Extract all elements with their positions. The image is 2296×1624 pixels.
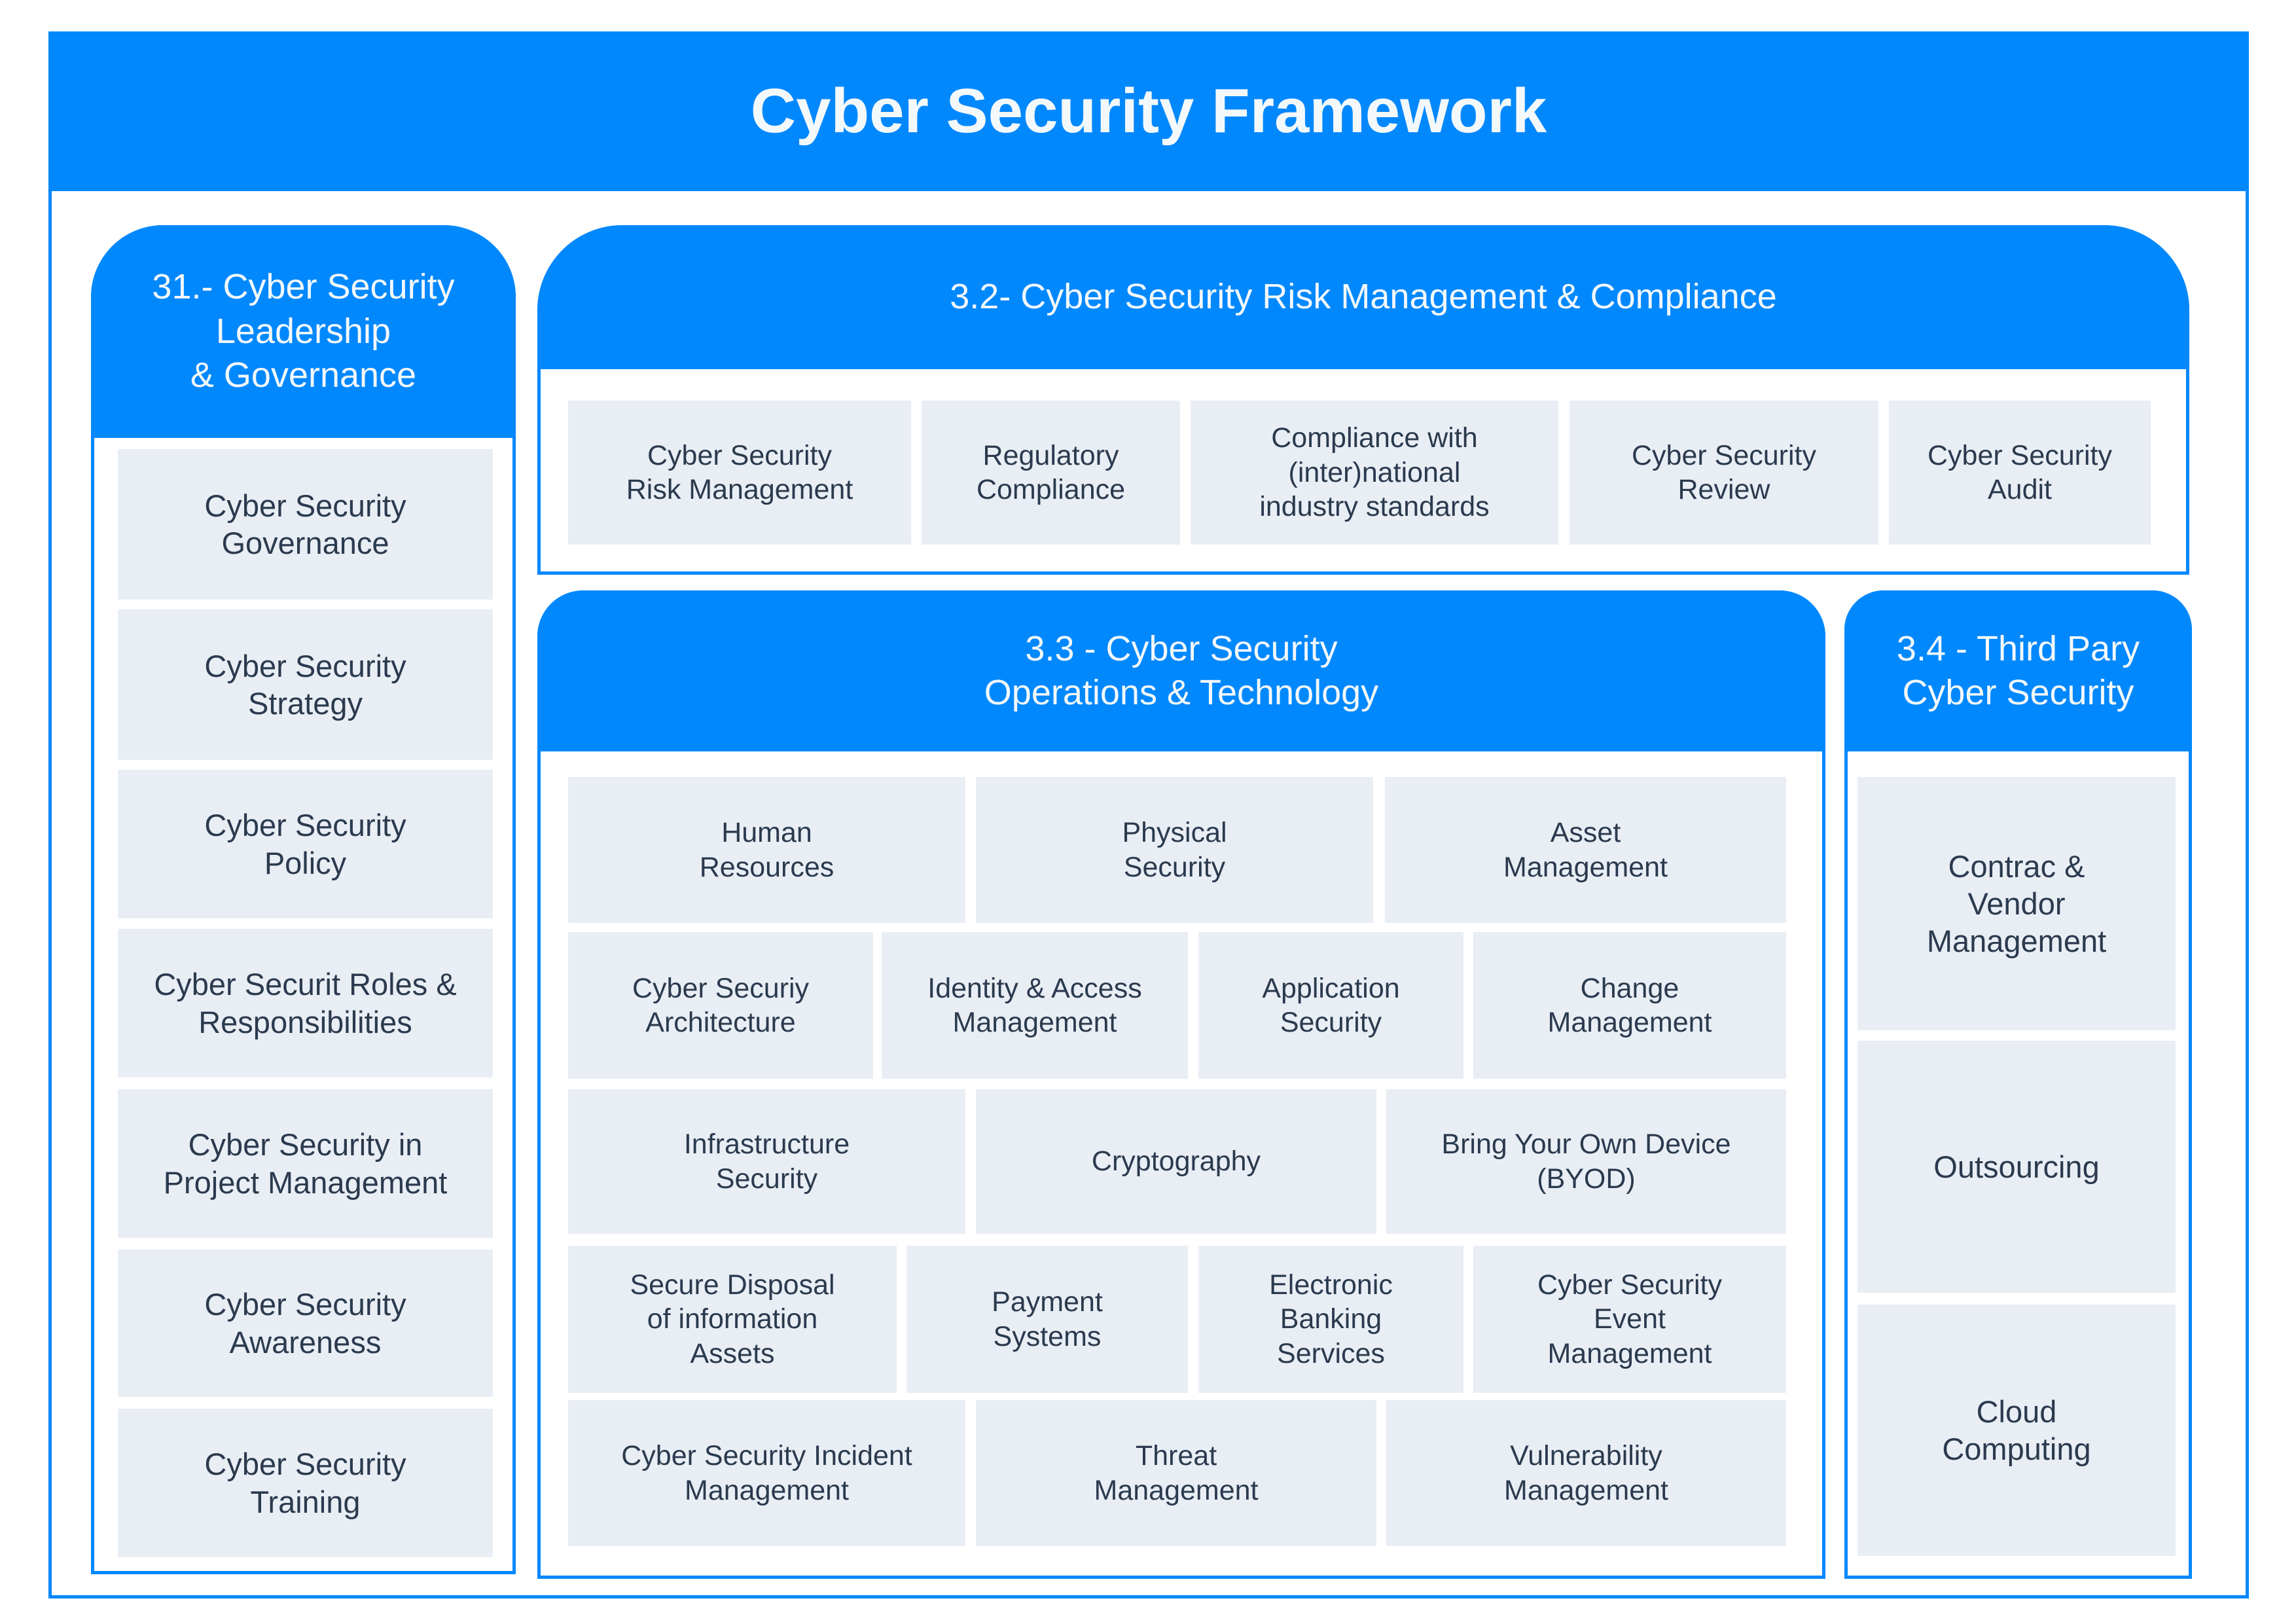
- framework-item: Bring Your Own Device (BYOD): [1386, 1089, 1786, 1234]
- framework-item: Infrastructure Security: [568, 1089, 965, 1234]
- framework-item: Change Management: [1473, 932, 1786, 1079]
- framework-item: Outsourcing: [1857, 1041, 2176, 1293]
- framework-item: Human Resources: [568, 777, 965, 923]
- framework-item: Electronic Banking Services: [1198, 1246, 1463, 1393]
- framework-item: Cyber Securit Roles & Responsibilities: [118, 929, 493, 1077]
- framework-item: Cloud Computing: [1857, 1305, 2176, 1556]
- framework-item: Compliance with (inter)national industry…: [1191, 401, 1558, 545]
- framework-item: Cyber Security Event Management: [1473, 1246, 1786, 1393]
- framework-item: Threat Management: [976, 1400, 1376, 1546]
- page-title: Cyber Security Framework: [48, 31, 2249, 191]
- framework-item: Cyber Securiy Architecture: [568, 932, 873, 1079]
- framework-item: Cyber Security Governance: [118, 449, 493, 600]
- framework-item: Regulatory Compliance: [922, 401, 1180, 545]
- framework-item: Contrac & Vendor Management: [1857, 777, 2176, 1030]
- framework-item: Physical Security: [976, 777, 1373, 923]
- framework-item: Cyber Security Policy: [118, 770, 493, 918]
- framework-item: Cyber Security in Project Management: [118, 1089, 493, 1238]
- section-31-header: 31.- Cyber Security Leadership & Governa…: [91, 225, 516, 438]
- framework-item: Cyber Security Risk Management: [568, 401, 911, 545]
- framework-item: Cyber Security Audit: [1889, 401, 2151, 545]
- framework-item: Cyber Security Awareness: [118, 1250, 493, 1397]
- framework-item: Cyber Security Incident Management: [568, 1400, 965, 1546]
- section-32-header: 3.2- Cyber Security Risk Management & Co…: [537, 225, 2189, 369]
- section-34-header: 3.4 - Third Pary Cyber Security: [1844, 590, 2192, 751]
- framework-item: Cyber Security Strategy: [118, 609, 493, 760]
- framework-item: Identity & Access Management: [882, 932, 1188, 1079]
- framework-item: Cryptography: [976, 1089, 1376, 1234]
- section-33-header: 3.3 - Cyber Security Operations & Techno…: [537, 590, 1825, 751]
- framework-item: Cyber Security Review: [1570, 401, 1878, 545]
- framework-item: Vulnerability Management: [1386, 1400, 1786, 1546]
- framework-item: Cyber Security Training: [118, 1409, 493, 1557]
- framework-item: Payment Systems: [906, 1246, 1188, 1393]
- framework-item: Secure Disposal of information Assets: [568, 1246, 897, 1393]
- framework-item: Application Security: [1198, 932, 1463, 1079]
- framework-item: Asset Management: [1385, 777, 1786, 923]
